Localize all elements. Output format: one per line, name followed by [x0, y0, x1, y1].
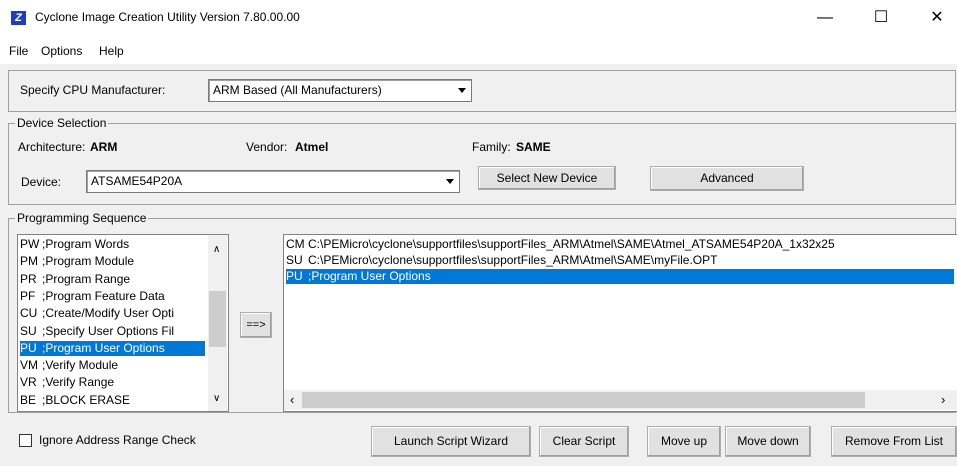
command-desc: ;Specify User Options Fil: [42, 323, 175, 338]
menu-options[interactable]: Options: [41, 44, 82, 58]
command-desc: ;SECURE DEVICE: [42, 410, 143, 411]
script-list-item[interactable]: PU ;Program User Options: [286, 269, 954, 284]
command-list-item[interactable]: PR ;Program Range: [20, 272, 205, 287]
command-code: PU: [20, 340, 37, 355]
scroll-right-icon[interactable]: ›: [941, 392, 945, 407]
scroll-up-icon[interactable]: ∧: [213, 244, 220, 255]
command-desc: ;Verify Module: [42, 358, 119, 373]
command-code: PM: [20, 254, 38, 269]
command-code: PR: [20, 271, 37, 286]
command-code: BE: [20, 392, 37, 407]
command-list-item[interactable]: PW ;Program Words: [20, 237, 205, 252]
command-list-item[interactable]: CU ;Create/Modify User Opti: [20, 306, 205, 321]
architecture-value: ARM: [90, 140, 118, 154]
script-list-item[interactable]: SU C:\PEMicro\cyclone\supportfiles\suppor…: [286, 253, 954, 268]
command-list-item[interactable]: VR ;Verify Range: [20, 375, 205, 390]
script-code: PU: [286, 269, 303, 283]
family-label: Family:: [472, 140, 511, 154]
command-list-item[interactable]: BE ;BLOCK ERASE: [20, 393, 205, 408]
command-code: CU: [20, 306, 38, 321]
script-list-hscrollbar[interactable]: ‹ ›: [284, 390, 957, 410]
cpu-panel: Specify CPU Manufacturer: ARM Based (All…: [8, 70, 956, 112]
scroll-thumb[interactable]: [209, 291, 226, 347]
device-selection-group: Device Selection Architecture: ARM Vendo…: [8, 116, 956, 205]
command-desc: ;Program Feature Data: [42, 288, 165, 303]
command-list-item[interactable]: PU ;Program User Options: [20, 340, 205, 356]
script-list[interactable]: CM C:\PEMicro\cyclone\supportfiles\suppor…: [283, 234, 957, 412]
command-list-item[interactable]: SS;SECURE DEVICE: [20, 410, 205, 411]
command-code: SS: [20, 410, 42, 411]
command-list-item[interactable]: PF ;Program Feature Data: [20, 289, 205, 304]
scroll-left-icon[interactable]: ‹: [290, 392, 294, 407]
advanced-button[interactable]: Advanced: [650, 166, 804, 191]
script-text: C:\PEMicro\cyclone\supportfiles\supportF…: [308, 253, 718, 267]
command-list[interactable]: PW ;Program Words PM ;Program Module PR ;Prog…: [17, 234, 229, 412]
remove-from-list-button[interactable]: Remove From List: [831, 426, 957, 457]
chevron-down-icon[interactable]: [442, 173, 457, 190]
minimize-button[interactable]: —: [802, 0, 848, 36]
clear-script-button[interactable]: Clear Script: [539, 426, 629, 457]
chevron-down-icon[interactable]: [454, 82, 469, 99]
script-text: ;Program User Options: [308, 269, 431, 283]
menu-file[interactable]: File: [9, 44, 28, 58]
move-up-button[interactable]: Move up: [647, 426, 721, 457]
cpu-manufacturer-select[interactable]: ARM Based (All Manufacturers): [208, 79, 472, 102]
architecture-label: Architecture:: [18, 140, 86, 154]
command-desc: ;Program Words: [42, 237, 130, 251]
command-desc: ;Verify Range: [42, 375, 115, 390]
app-icon: Z: [11, 11, 26, 25]
scroll-down-icon[interactable]: ∨: [213, 393, 220, 404]
script-code: SU: [286, 253, 303, 267]
command-code: PF: [20, 288, 36, 303]
command-code: PW: [20, 237, 40, 251]
family-value: SAME: [516, 140, 551, 154]
add-command-button[interactable]: ==>: [240, 312, 272, 338]
title-bar[interactable]: Z Cyclone Image Creation Utility Version…: [0, 0, 957, 36]
cpu-label: Specify CPU Manufacturer:: [20, 83, 166, 97]
script-list-item[interactable]: CM C:\PEMicro\cyclone\supportfiles\suppor…: [286, 237, 954, 252]
select-new-device-button[interactable]: Select New Device: [478, 166, 616, 190]
command-code: SU: [20, 323, 37, 338]
device-value: ATSAME54P20A: [91, 174, 183, 188]
launch-script-wizard-button[interactable]: Launch Script Wizard: [371, 426, 531, 457]
command-code: VM: [20, 358, 38, 373]
command-list-item[interactable]: SU ;Specify User Options Fil: [20, 324, 205, 339]
menu-help[interactable]: Help: [99, 44, 124, 58]
move-down-button[interactable]: Move down: [725, 426, 811, 457]
command-desc: ;Program Range: [42, 271, 131, 286]
cpu-manufacturer-value: ARM Based (All Manufacturers): [213, 83, 382, 97]
ignore-address-range-label: Ignore Address Range Check: [39, 433, 196, 447]
command-code: VR: [20, 375, 37, 390]
menu-bar: File Options Help: [0, 36, 957, 64]
maximize-button[interactable]: ☐: [858, 0, 904, 36]
h-scroll-thumb[interactable]: [302, 392, 865, 408]
close-button[interactable]: ✕: [914, 0, 957, 36]
command-desc: ;BLOCK ERASE: [42, 392, 131, 407]
command-desc: ;Program User Options: [42, 340, 165, 355]
programming-sequence-title: Programming Sequence: [15, 211, 149, 225]
script-code: CM: [286, 237, 305, 251]
command-desc: ;Program Module: [42, 254, 135, 269]
script-text: C:\PEMicro\cyclone\supportfiles\supportF…: [308, 237, 835, 251]
command-desc: ;Create/Modify User Opti: [42, 306, 175, 321]
device-select[interactable]: ATSAME54P20A: [86, 170, 460, 193]
device-label: Device:: [21, 175, 62, 189]
command-list-item[interactable]: PM ;Program Module: [20, 254, 205, 269]
command-list-scrollbar[interactable]: ∧ ∨: [208, 235, 227, 411]
vendor-label: Vendor:: [246, 140, 288, 154]
device-selection-title: Device Selection: [15, 116, 109, 130]
vendor-value: Atmel: [295, 140, 329, 154]
ignore-address-range-checkbox[interactable]: [19, 434, 32, 447]
window-title: Cyclone Image Creation Utility Version 7…: [35, 10, 300, 24]
command-list-item[interactable]: VM ;Verify Module: [20, 358, 205, 373]
